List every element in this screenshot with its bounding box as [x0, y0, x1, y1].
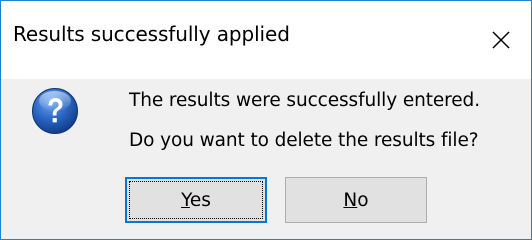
no-button-label: No [343, 190, 368, 211]
message-dialog: Results successfully applied The results… [0, 0, 532, 240]
dialog-title: Results successfully applied [13, 22, 290, 46]
message-line-1: The results were successfully entered. [129, 90, 480, 111]
title-bar[interactable]: Results successfully applied [1, 1, 531, 79]
message-line-2: Do you want to delete the results file? [129, 130, 479, 151]
no-label-rest: o [357, 189, 369, 211]
question-icon [32, 88, 78, 134]
yes-mnemonic: Y [181, 189, 190, 211]
no-button[interactable]: No [285, 177, 427, 223]
yes-button-label: Yes [181, 190, 211, 211]
close-icon [492, 31, 510, 49]
yes-label-rest: es [189, 189, 211, 211]
close-button[interactable] [471, 1, 531, 79]
yes-button[interactable]: Yes [125, 177, 267, 223]
no-mnemonic: N [343, 189, 358, 211]
